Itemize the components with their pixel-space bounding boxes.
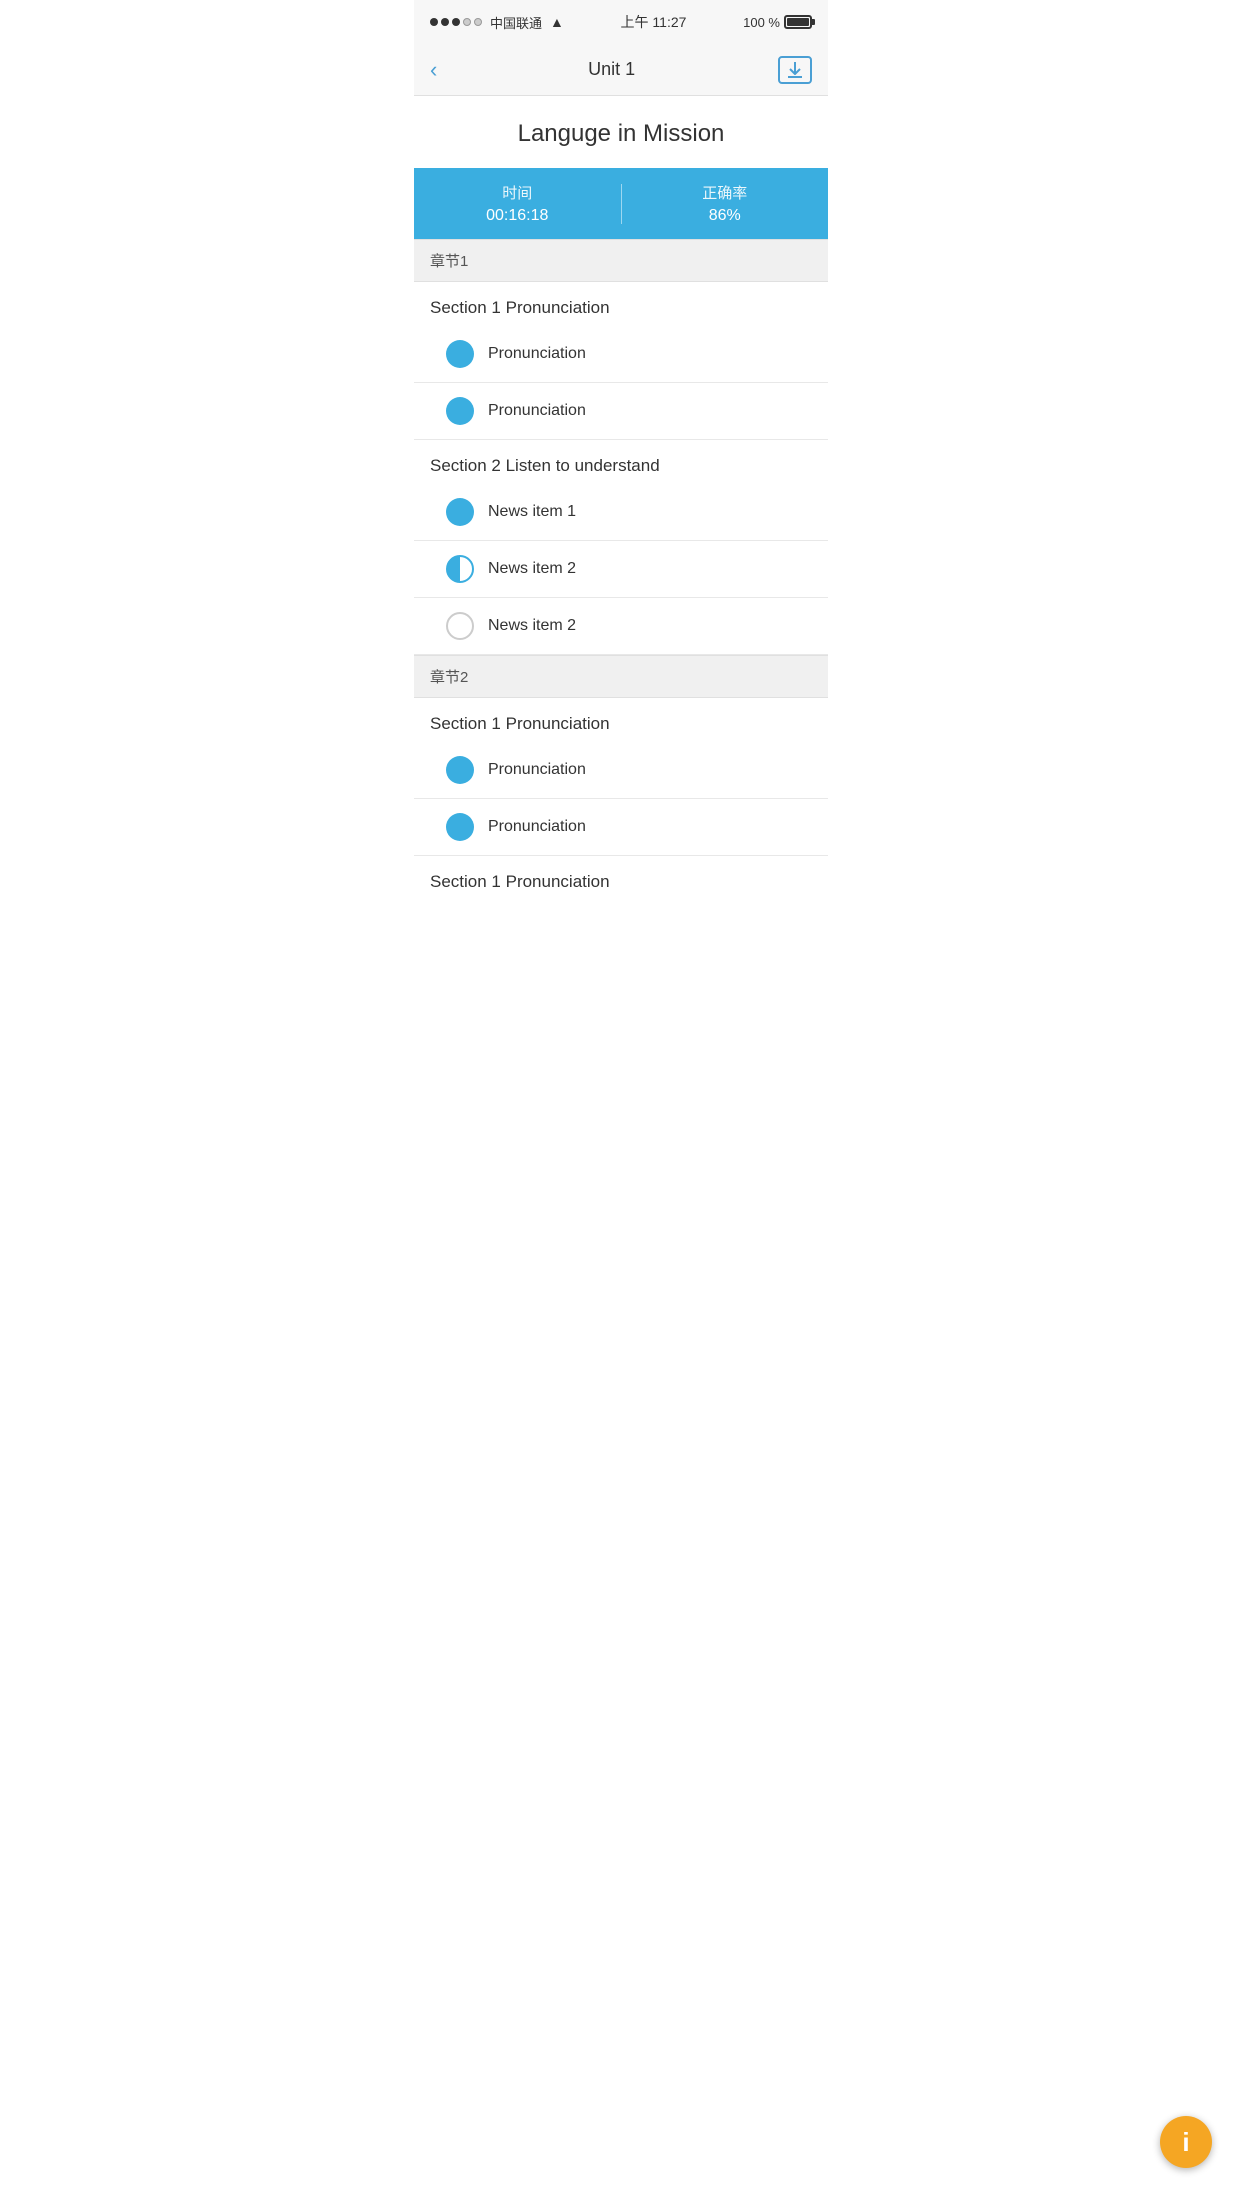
status-left: 中国联通 ▲ <box>430 13 564 32</box>
battery-label: 100 % <box>743 15 780 30</box>
carrier-label: 中国联通 <box>490 13 542 32</box>
time-stat-value: 00:16:18 <box>414 207 621 225</box>
circle-full-icon <box>446 340 474 368</box>
chapter-1-header: 章节1 <box>414 239 828 282</box>
section-1-1-title: Section 1 Pronunciation <box>414 282 828 326</box>
circle-full-icon <box>446 756 474 784</box>
stats-bar: 时间 00:16:18 正确率 86% <box>414 168 828 239</box>
signal-icon <box>430 18 482 26</box>
section-2-1-title: Section 1 Pronunciation <box>414 698 828 742</box>
nav-title: Unit 1 <box>588 59 635 80</box>
page-title: Languge in Mission <box>414 96 828 168</box>
battery-icon <box>784 15 812 29</box>
status-bar: 中国联通 ▲ 上午 11:27 100 % <box>414 0 828 44</box>
time-stat: 时间 00:16:18 <box>414 182 621 225</box>
info-button[interactable]: i <box>1160 2116 1212 2168</box>
item-label: Pronunciation <box>488 761 586 779</box>
time-label: 上午 11:27 <box>621 12 687 32</box>
item-label: Pronunciation <box>488 402 586 420</box>
accuracy-stat-value: 86% <box>622 207 829 225</box>
section-2-2-title: Section 1 Pronunciation <box>414 856 828 900</box>
section-1-2-title: Section 2 Listen to understand <box>414 440 828 484</box>
circle-full-icon <box>446 813 474 841</box>
list-item[interactable]: News item 2 <box>414 598 828 655</box>
circle-half-icon <box>446 555 474 583</box>
item-label: Pronunciation <box>488 345 586 363</box>
circle-full-icon <box>446 498 474 526</box>
chapter-2-header: 章节2 <box>414 655 828 698</box>
item-label: News item 2 <box>488 560 576 578</box>
list-item[interactable]: News item 2 <box>414 541 828 598</box>
list-item[interactable]: News item 1 <box>414 484 828 541</box>
circle-full-icon <box>446 397 474 425</box>
item-label: News item 2 <box>488 617 576 635</box>
accuracy-stat: 正确率 86% <box>622 182 829 225</box>
list-item[interactable]: Pronunciation <box>414 742 828 799</box>
item-label: News item 1 <box>488 503 576 521</box>
list-item[interactable]: Pronunciation <box>414 383 828 440</box>
back-button[interactable]: ‹ <box>430 53 445 87</box>
item-label: Pronunciation <box>488 818 586 836</box>
list-item[interactable]: Pronunciation <box>414 799 828 856</box>
download-icon <box>785 60 805 80</box>
status-right: 100 % <box>743 15 812 30</box>
time-stat-label: 时间 <box>414 182 621 203</box>
download-button[interactable] <box>778 56 812 84</box>
nav-bar: ‹ Unit 1 <box>414 44 828 96</box>
accuracy-stat-label: 正确率 <box>622 182 829 203</box>
circle-empty-icon <box>446 612 474 640</box>
wifi-icon: ▲ <box>550 14 564 30</box>
list-item[interactable]: Pronunciation <box>414 326 828 383</box>
